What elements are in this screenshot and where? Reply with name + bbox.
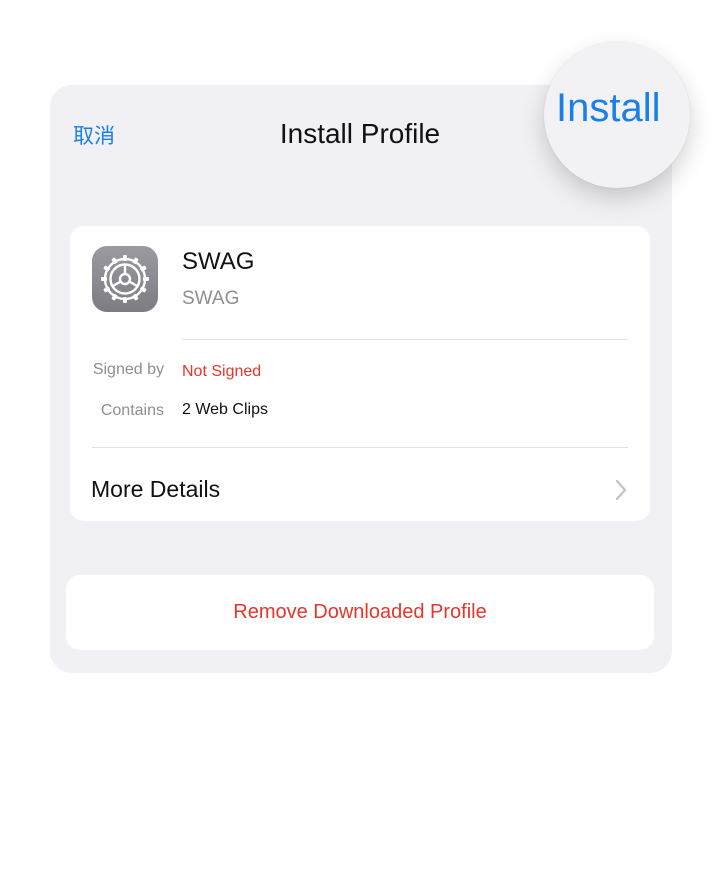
profile-organization: SWAG xyxy=(182,288,240,309)
gear-icon xyxy=(92,246,158,312)
signed-by-label: Signed by xyxy=(92,361,164,378)
install-button[interactable]: Install xyxy=(556,86,661,131)
more-details-row[interactable]: More Details xyxy=(70,448,650,521)
remove-profile-button[interactable]: Remove Downloaded Profile xyxy=(66,575,654,650)
contains-label: Contains xyxy=(100,402,164,419)
more-details-label: More Details xyxy=(91,476,221,502)
cancel-button[interactable]: 取消 xyxy=(73,120,115,150)
magnifier-lens: Install xyxy=(544,42,690,188)
divider xyxy=(182,339,628,340)
contains-value: 2 Web Clips xyxy=(182,401,268,418)
profile-name: SWAG xyxy=(182,248,255,275)
page-title: Install Profile xyxy=(279,118,441,149)
signed-by-value: Not Signed xyxy=(182,363,262,380)
remove-profile-label: Remove Downloaded Profile xyxy=(233,601,487,623)
chevron-right-icon xyxy=(615,479,627,501)
